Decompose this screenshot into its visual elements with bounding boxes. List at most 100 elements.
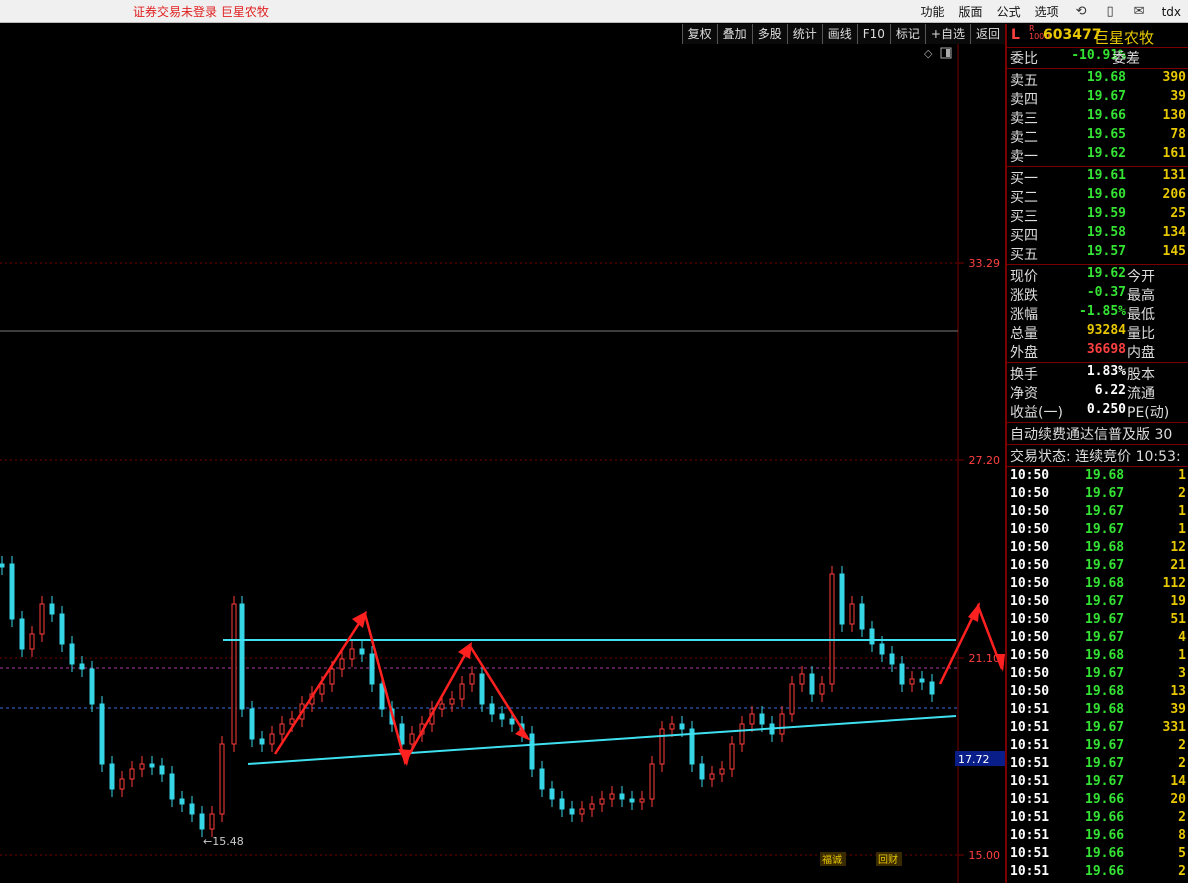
candle-body	[129, 768, 135, 780]
stock-code[interactable]: 603477	[1043, 27, 1101, 43]
trade-volume: 1	[1178, 522, 1186, 537]
support-trendline[interactable]	[247, 715, 957, 765]
f10-button[interactable]: F10	[856, 24, 890, 44]
chart-toolbar: 复权 叠加 多股 统计 画线 F10 标记 +自选 返回	[681, 24, 1005, 44]
stat-value: 93284	[1086, 323, 1126, 338]
trade-volume: 2	[1178, 864, 1186, 879]
ask-row[interactable]: 卖五 19.68 390	[1007, 70, 1188, 89]
top-menu: 功能 版面 公式 选项 ⟲ ▯ ✉ tdx	[914, 0, 1188, 23]
bid-price: 19.57	[1086, 244, 1126, 259]
trade-volume: 12	[1170, 540, 1186, 555]
stat-label-secondary: 今开	[1127, 269, 1155, 285]
stat-value: 1.83%	[1086, 364, 1126, 379]
ask-row[interactable]: 卖二 19.65 78	[1007, 127, 1188, 146]
ask-row[interactable]: 卖三 19.66 130	[1007, 108, 1188, 127]
back-button[interactable]: 返回	[969, 24, 1005, 44]
stat-label-secondary: 最高	[1127, 288, 1155, 304]
candle-body	[759, 713, 765, 725]
candle-body	[109, 763, 115, 790]
candle-body	[199, 813, 205, 830]
bid-row[interactable]: 买五 19.57 145	[1007, 244, 1188, 263]
trade-price: 19.66	[1085, 828, 1125, 843]
trade-row: 10:51 19.66 2	[1007, 810, 1188, 828]
menu-function[interactable]: 功能	[921, 3, 945, 20]
divider	[1007, 68, 1188, 69]
candle-body	[909, 678, 915, 685]
candle-body	[359, 648, 365, 655]
draw-line-button[interactable]: 画线	[821, 24, 857, 44]
menu-formula[interactable]: 公式	[997, 3, 1021, 20]
overlay-button[interactable]: 叠加	[716, 24, 752, 44]
trade-volume: 3	[1178, 666, 1186, 681]
candle-body	[829, 573, 835, 685]
menu-options[interactable]: 选项	[1035, 3, 1059, 20]
phone-icon[interactable]: ▯	[1107, 4, 1114, 19]
add-watchlist-button[interactable]: +自选	[924, 24, 970, 44]
candle-body	[869, 628, 875, 645]
ask-row[interactable]: 卖四 19.67 39	[1007, 89, 1188, 108]
candle-body	[189, 803, 195, 815]
candle-body	[449, 698, 455, 705]
ask-label: 卖五	[1010, 73, 1038, 89]
ask-label: 卖二	[1010, 130, 1038, 146]
candle-body	[119, 778, 125, 790]
stat-value: 0.250	[1086, 402, 1126, 417]
diamond-icon[interactable]: ◇	[924, 47, 933, 60]
stats-block-1: 现价 19.62 今开 涨跌 -0.37 最高 涨幅 -1.85% 最低 总量 93284 量比 外盘 3…	[1007, 266, 1188, 361]
bid-label: 买一	[1010, 171, 1038, 187]
bid-row[interactable]: 买一 19.61 131	[1007, 168, 1188, 187]
candle-body	[899, 663, 905, 685]
ask-book: 卖五 19.68 390 卖四 19.67 39 卖三 19.66 130 卖二 19.65 78 卖一…	[1007, 70, 1188, 165]
bid-row[interactable]: 买四 19.58 134	[1007, 225, 1188, 244]
bid-price: 19.58	[1086, 225, 1126, 240]
bid-label: 买四	[1010, 228, 1038, 244]
trade-row: 10:51 19.67 331	[1007, 720, 1188, 738]
candle-body	[169, 773, 175, 800]
trade-row: 10:50 19.67 4	[1007, 630, 1188, 648]
mark-button[interactable]: 标记	[889, 24, 925, 44]
candle-body	[839, 573, 845, 625]
candle-body	[779, 713, 785, 735]
user-name[interactable]: tdx	[1162, 5, 1181, 19]
trade-volume: 1	[1178, 648, 1186, 663]
current-price-tag: 17.72	[958, 753, 990, 766]
bid-row[interactable]: 买三 19.59 25	[1007, 206, 1188, 225]
candle-body	[339, 658, 345, 670]
ask-label: 卖三	[1010, 111, 1038, 127]
trade-time: 10:50	[1010, 576, 1050, 591]
trade-time: 10:50	[1010, 486, 1050, 501]
candle-body	[379, 683, 385, 710]
statistics-button[interactable]: 统计	[786, 24, 822, 44]
low-price-label: ←15.48	[203, 835, 244, 848]
notice-row[interactable]: 自动续费通达信普及版 30	[1007, 424, 1188, 443]
ask-label: 卖一	[1010, 149, 1038, 165]
candle-body	[219, 743, 225, 815]
candle-body	[479, 673, 485, 705]
candle-body	[569, 808, 575, 815]
trade-row: 10:51 19.66 8	[1007, 828, 1188, 846]
candle-body	[279, 723, 285, 735]
trade-time: 10:51	[1010, 864, 1050, 879]
ask-volume: 39	[1170, 89, 1186, 104]
menu-layout[interactable]: 版面	[959, 3, 983, 20]
stat-value: 36698	[1086, 342, 1126, 357]
stock-name[interactable]: 巨星农牧	[1094, 27, 1154, 48]
refresh-icon[interactable]: ⟲	[1076, 4, 1087, 19]
restore-rights-button[interactable]: 复权	[681, 24, 717, 44]
trade-price: 19.68	[1085, 468, 1125, 483]
stat-label: 涨跌	[1010, 288, 1038, 304]
candle-body	[439, 703, 445, 710]
price-label-27-20: 27.20	[969, 454, 1001, 467]
trade-ticker[interactable]: 10:50 19.68 1 10:50 19.67 2 10:50 19.67 1 10:50 19…	[1007, 468, 1188, 882]
mail-icon[interactable]: ✉	[1134, 4, 1145, 19]
tag-icon-2[interactable]: 回财	[878, 853, 898, 866]
chart-canvas[interactable]: 33.29 27.20 21.10 15.00 17.72 ←15.48 ◇ 福…	[0, 44, 1005, 883]
candlestick-chart[interactable]: 33.29 27.20 21.10 15.00 17.72 ←15.48 ◇ 福…	[0, 44, 1005, 883]
bid-volume: 134	[1162, 225, 1186, 240]
tag-icon-1[interactable]: 福诚	[822, 853, 842, 866]
stat-value: -1.85%	[1079, 304, 1126, 319]
candle-body	[499, 713, 505, 720]
multi-stock-button[interactable]: 多股	[751, 24, 787, 44]
bid-row[interactable]: 买二 19.60 206	[1007, 187, 1188, 206]
ask-row[interactable]: 卖一 19.62 161	[1007, 146, 1188, 165]
